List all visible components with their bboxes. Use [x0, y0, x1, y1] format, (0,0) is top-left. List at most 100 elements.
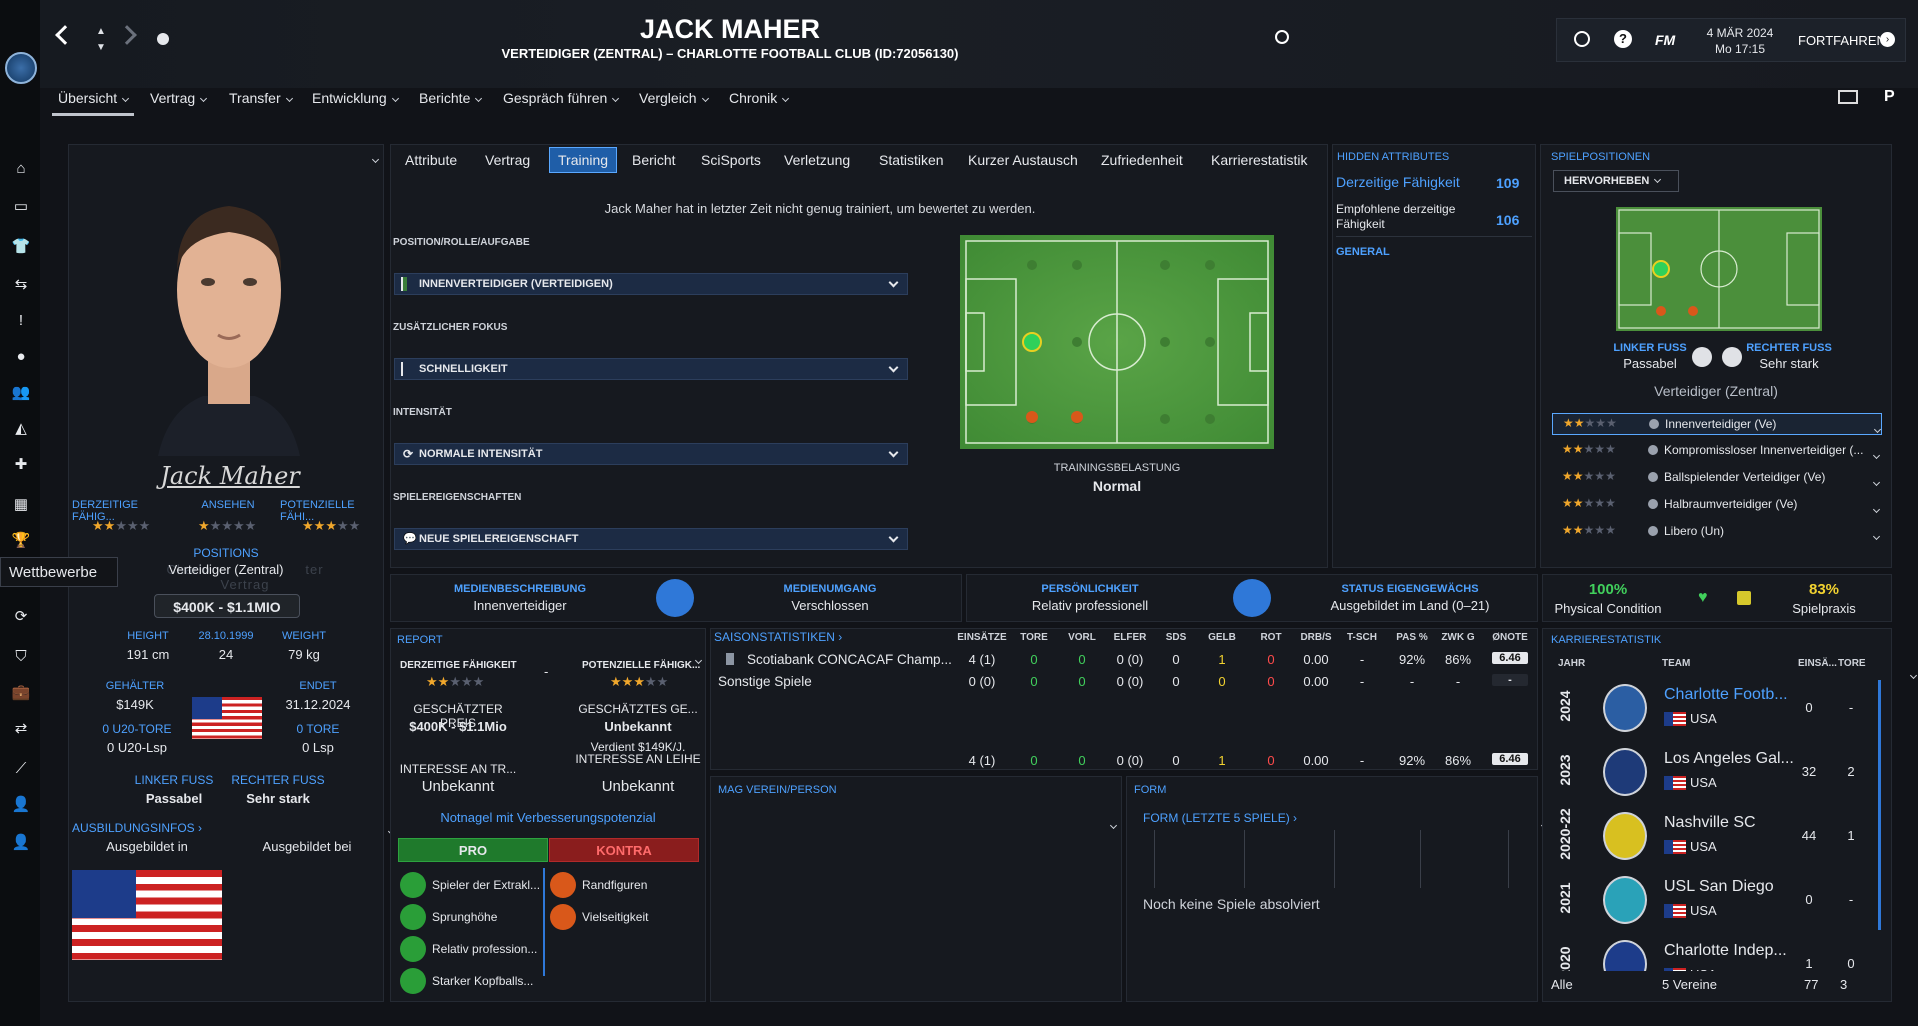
- nav-talk[interactable]: Gespräch führen: [503, 90, 620, 106]
- role-item[interactable]: ★★★★★ Innenverteidiger (Ve): [1552, 413, 1882, 435]
- inbox-icon[interactable]: ▭: [10, 196, 32, 216]
- info-icon[interactable]: [1648, 526, 1658, 536]
- career-chevron-icon[interactable]: [1910, 671, 1918, 680]
- tab-report[interactable]: Bericht: [632, 152, 676, 168]
- chevron-down-icon[interactable]: [1872, 478, 1881, 487]
- career-team[interactable]: Los Angeles Gal...: [1664, 750, 1794, 768]
- transfer-icon[interactable]: ⇄: [10, 718, 32, 738]
- globe-icon[interactable]: [1574, 31, 1590, 47]
- tactics-icon[interactable]: ◭: [10, 418, 32, 438]
- position-role-dropdown[interactable]: INNENVERTEIDIGER (VERTEIDIGEN): [394, 273, 908, 295]
- tab-training[interactable]: Training: [549, 147, 618, 173]
- career-team[interactable]: USL San Diego: [1664, 878, 1774, 896]
- nav-development[interactable]: Entwicklung: [312, 90, 399, 106]
- continue-arrow-icon[interactable]: ›: [1880, 32, 1895, 47]
- info-icon[interactable]: [1649, 419, 1659, 429]
- highlight-dropdown[interactable]: HERVORHEBEN: [1553, 170, 1679, 192]
- education-flag: [72, 870, 222, 960]
- career-row[interactable]: 2020-22 Nashville SC USA 44 1: [1548, 804, 1878, 866]
- season-col-header: ØNOTE: [1492, 632, 1528, 643]
- career-row[interactable]: 2020 Charlotte Indep... USA 1 0: [1548, 932, 1878, 971]
- staff-icon[interactable]: ⇆: [10, 274, 32, 294]
- tab-injury[interactable]: Verletzung: [784, 152, 850, 168]
- tab-scisports[interactable]: SciSports: [701, 152, 761, 168]
- alert-icon[interactable]: !: [10, 310, 32, 330]
- career-scrollbar[interactable]: [1878, 680, 1881, 930]
- career-row[interactable]: 2024 Charlotte Footb... USA 0 -: [1548, 676, 1878, 738]
- nav-contract[interactable]: Vertrag: [150, 90, 208, 106]
- pro-header: PRO: [398, 838, 548, 862]
- refresh-icon[interactable]: ⟳: [10, 606, 32, 626]
- ball-icon[interactable]: ●: [10, 346, 32, 366]
- report-pot-label: POTENZIELLE FÄHIGK...: [582, 660, 701, 671]
- career-team[interactable]: Charlotte Indep...: [1664, 942, 1787, 960]
- people-icon[interactable]: 👥: [10, 382, 32, 402]
- season-competition-name[interactable]: Scotiabank CONCACAF Champ...: [747, 652, 952, 667]
- search-icon[interactable]: [1275, 30, 1289, 44]
- info-icon[interactable]: [1648, 445, 1658, 455]
- education-link[interactable]: AUSBILDUNGSINFOS ›: [72, 821, 202, 835]
- season-competition-name[interactable]: Sonstige Spiele: [718, 674, 812, 689]
- role-item[interactable]: ★★★★★ Kompromissloser Innenverteidiger (.…: [1552, 440, 1882, 462]
- season-stats-title[interactable]: SAISONSTATISTIKEN ›: [714, 630, 842, 644]
- up-icon[interactable]: ▲: [96, 26, 106, 37]
- user-icon[interactable]: 👤: [10, 794, 32, 814]
- nav-overview[interactable]: Übersicht: [58, 90, 130, 106]
- extra-focus-dropdown[interactable]: SCHNELLIGKEIT: [394, 358, 908, 380]
- paypal-icon[interactable]: P: [1884, 88, 1895, 106]
- intensity-dropdown[interactable]: ⟳ NORMALE INTENSITÄT: [394, 443, 908, 465]
- career-footer-apps: 77: [1804, 977, 1819, 992]
- season-col-header: VORL: [1068, 632, 1096, 643]
- fm-logo[interactable]: FM: [1655, 32, 1675, 48]
- career-team[interactable]: Nashville SC: [1664, 814, 1756, 832]
- career-team[interactable]: Charlotte Footb...: [1664, 686, 1788, 704]
- tab-career-stats[interactable]: Karrierestatistik: [1211, 152, 1307, 168]
- down-icon[interactable]: ▼: [96, 42, 106, 53]
- nav-compare[interactable]: Vergleich: [639, 90, 709, 106]
- tab-short-talk[interactable]: Kurzer Austausch: [968, 152, 1078, 168]
- role-item[interactable]: ★★★★★ Libero (Un): [1552, 521, 1882, 543]
- chevron-down-icon[interactable]: [1872, 451, 1881, 460]
- history-dropdown-icon[interactable]: [157, 33, 169, 45]
- chevron-down-icon[interactable]: [1872, 505, 1881, 514]
- club-badge-icon[interactable]: [5, 52, 37, 84]
- info-icon[interactable]: [1648, 472, 1658, 482]
- tab-stats[interactable]: Statistiken: [879, 152, 944, 168]
- dropdown-value: NEUE SPIELEREIGENSCHAFT: [419, 533, 579, 545]
- career-goals: -: [1848, 700, 1854, 715]
- role-item[interactable]: ★★★★★ Halbraumverteidiger (Ve): [1552, 494, 1882, 516]
- info-icon[interactable]: [1648, 499, 1658, 509]
- chart-icon[interactable]: ⟋: [10, 758, 32, 778]
- user-settings-icon[interactable]: 👤: [10, 832, 32, 852]
- squad-icon[interactable]: 👕: [10, 236, 32, 256]
- chevron-down-icon: [200, 94, 208, 103]
- career-row[interactable]: 2023 Los Angeles Gal... USA 32 2: [1548, 740, 1878, 802]
- traits-dropdown[interactable]: 💬 NEUE SPIELEREIGENSCHAFT: [394, 528, 908, 550]
- form-sub-link[interactable]: FORM (LETZTE 5 SPIELE) ›: [1143, 811, 1297, 825]
- shield-icon[interactable]: ⛉: [10, 646, 32, 666]
- career-row[interactable]: 2021 USL San Diego USA 0 -: [1548, 868, 1878, 930]
- tab-attributes[interactable]: Attribute: [405, 152, 457, 168]
- role-stars: ★★★★★: [1562, 442, 1616, 456]
- help-icon[interactable]: ?: [1614, 30, 1632, 48]
- chevron-down-icon[interactable]: [1873, 425, 1882, 434]
- role-item[interactable]: ★★★★★ Ballspielender Verteidiger (Ve): [1552, 467, 1882, 489]
- medical-icon[interactable]: ✚: [10, 454, 32, 474]
- nav-reports[interactable]: Berichte: [419, 90, 483, 106]
- trophy-icon[interactable]: 🏆: [10, 530, 32, 550]
- tab-happiness[interactable]: Zufriedenheit: [1101, 152, 1183, 168]
- personality-label: PERSÖNLICHKEIT: [1041, 583, 1139, 595]
- calendar-icon[interactable]: ▦: [10, 494, 32, 514]
- screen-icon[interactable]: [1838, 90, 1858, 104]
- chevron-down-icon[interactable]: [1872, 532, 1881, 541]
- intensity-label: INTENSITÄT: [393, 407, 452, 418]
- club-badge-icon: [1603, 812, 1647, 860]
- home-icon[interactable]: ⌂: [10, 158, 32, 178]
- nav-transfer[interactable]: Transfer: [229, 90, 293, 106]
- season-col-header: GELB: [1208, 632, 1236, 643]
- tab-contract[interactable]: Vertrag: [485, 152, 530, 168]
- career-goals: 2: [1847, 764, 1855, 779]
- continue-button[interactable]: FORTFAHREN: [1798, 33, 1886, 48]
- briefcase-icon[interactable]: 💼: [10, 682, 32, 702]
- nav-history[interactable]: Chronik: [729, 90, 790, 106]
